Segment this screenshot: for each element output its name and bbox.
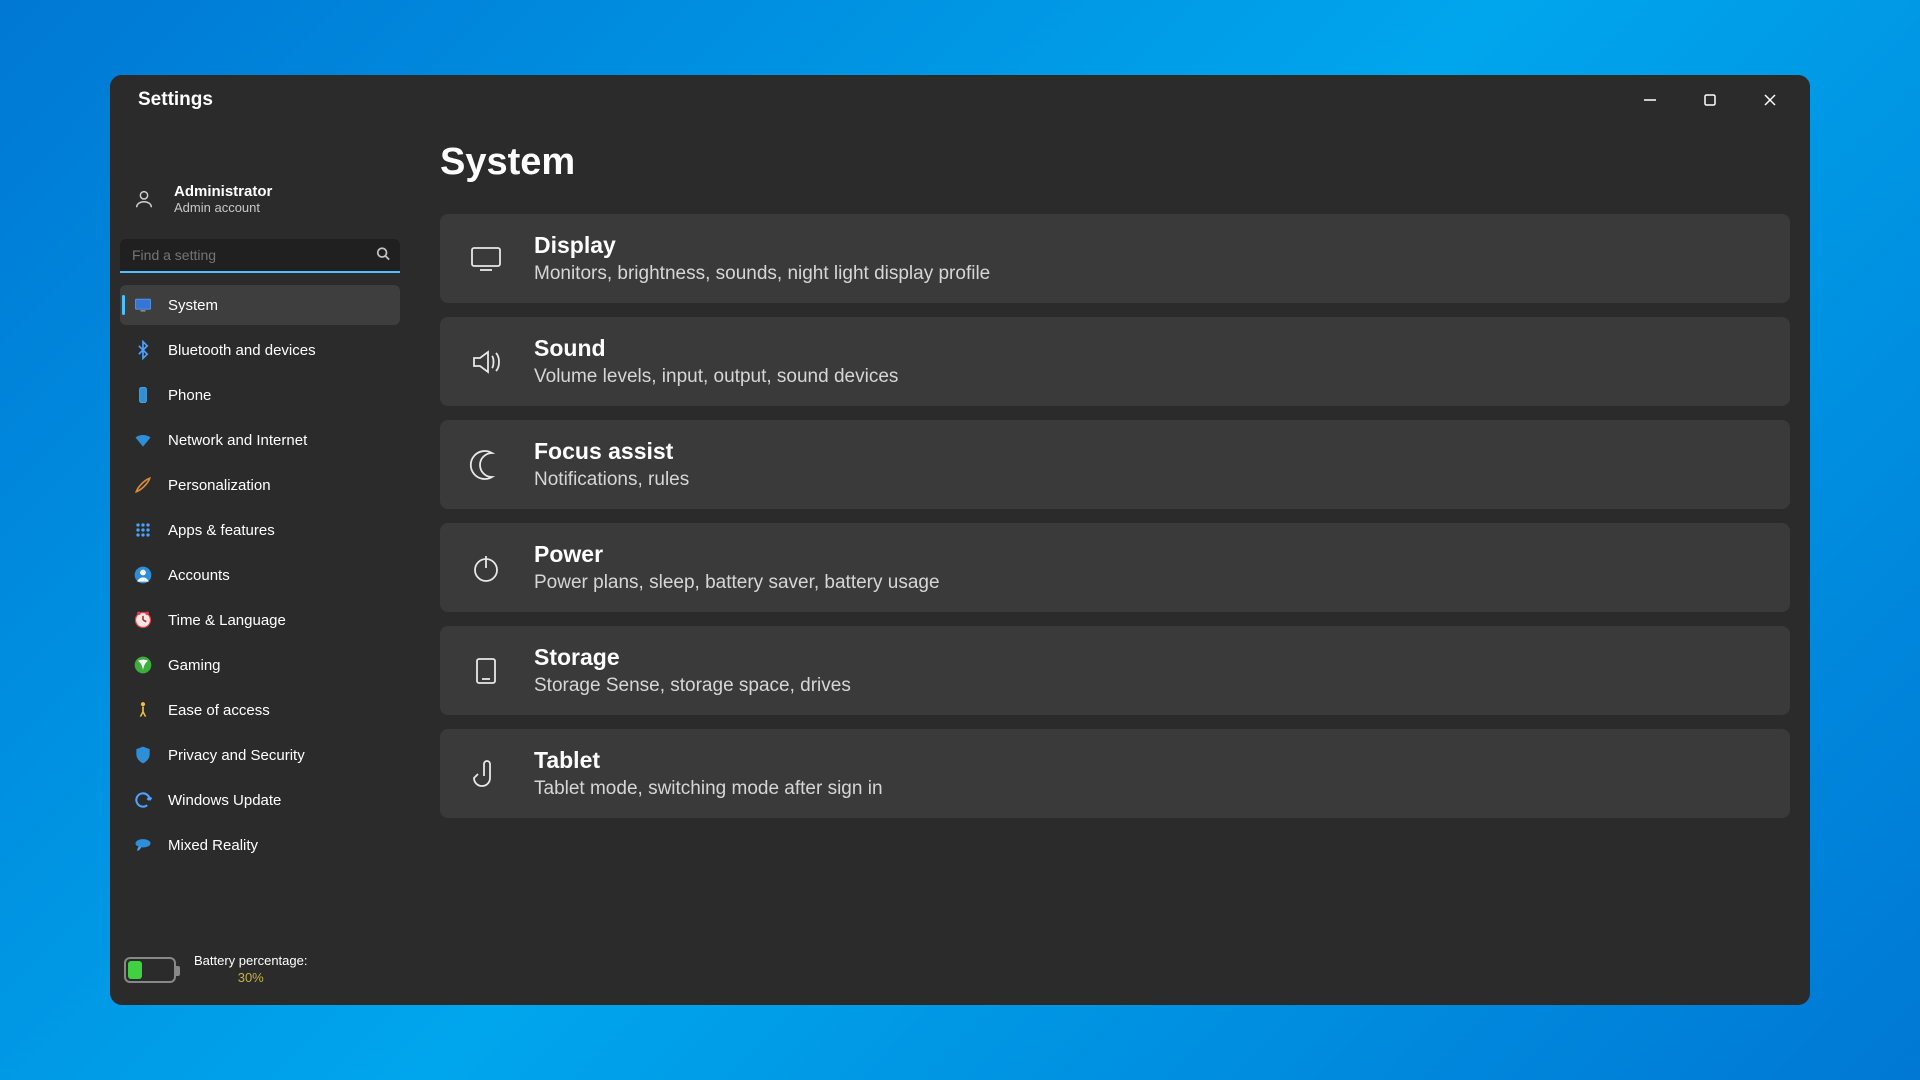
sidebar-item-privacy[interactable]: Privacy and Security [120,735,400,775]
sidebar: Administrator Admin account System Bluet… [110,125,410,1005]
battery-percent: 30% [194,970,307,987]
bluetooth-icon [132,339,154,361]
power-icon [464,546,508,590]
card-sound[interactable]: Sound Volume levels, input, output, soun… [440,317,1790,406]
sidebar-item-label: Personalization [168,477,271,494]
minimize-button[interactable] [1620,80,1680,120]
card-title: Sound [534,335,898,362]
sidebar-item-label: Network and Internet [168,432,307,449]
nav-list: System Bluetooth and devices Phone Netwo… [120,285,400,941]
card-sub: Tablet mode, switching mode after sign i… [534,778,883,800]
search-icon [376,247,390,266]
sidebar-item-label: Gaming [168,657,221,674]
sidebar-item-apps[interactable]: Apps & features [120,510,400,550]
card-body: Power Power plans, sleep, battery saver,… [534,541,940,594]
card-list: Display Monitors, brightness, sounds, ni… [440,214,1790,826]
card-title: Power [534,541,940,568]
card-title: Display [534,232,990,259]
accessibility-icon [132,699,154,721]
search-input[interactable] [120,239,400,273]
sidebar-item-label: Bluetooth and devices [168,342,316,359]
sidebar-item-update[interactable]: Windows Update [120,780,400,820]
display-icon [464,237,508,281]
page-title: System [440,141,1790,184]
sidebar-item-label: Accounts [168,567,230,584]
sidebar-item-ease[interactable]: Ease of access [120,690,400,730]
grid-icon [132,519,154,541]
sidebar-item-label: System [168,297,218,314]
card-title: Tablet [534,747,883,774]
phone-icon [132,384,154,406]
card-sub: Monitors, brightness, sounds, night ligh… [534,263,990,285]
card-body: Tablet Tablet mode, switching mode after… [534,747,883,800]
sidebar-item-mixed-reality[interactable]: Mixed Reality [120,825,400,865]
sidebar-item-label: Mixed Reality [168,837,258,854]
card-title: Storage [534,644,851,671]
storage-icon [464,649,508,693]
brush-icon [132,474,154,496]
sidebar-item-gaming[interactable]: Gaming [120,645,400,685]
card-body: Sound Volume levels, input, output, soun… [534,335,898,388]
maximize-icon [1703,93,1717,107]
shield-icon [132,744,154,766]
sidebar-item-time[interactable]: Time & Language [120,600,400,640]
card-body: Display Monitors, brightness, sounds, ni… [534,232,990,285]
vr-icon [132,834,154,856]
card-body: Storage Storage Sense, storage space, dr… [534,644,851,697]
account-name: Administrator [174,183,272,200]
xbox-icon [132,654,154,676]
card-sub: Notifications, rules [534,469,689,491]
settings-window: Settings Administrator Admin account [110,75,1810,1005]
battery-icon [124,957,176,983]
sidebar-item-accounts[interactable]: Accounts [120,555,400,595]
sidebar-item-personalization[interactable]: Personalization [120,465,400,505]
clock-icon [132,609,154,631]
sidebar-item-bluetooth[interactable]: Bluetooth and devices [120,330,400,370]
battery-text: Battery percentage: 30% [194,953,307,987]
sidebar-item-label: Privacy and Security [168,747,305,764]
main-panel: System Display Monitors, brightness, sou… [410,125,1810,1005]
sidebar-item-network[interactable]: Network and Internet [120,420,400,460]
minimize-icon [1643,93,1657,107]
maximize-button[interactable] [1680,80,1740,120]
sidebar-item-label: Windows Update [168,792,281,809]
account-block[interactable]: Administrator Admin account [120,133,400,239]
account-text: Administrator Admin account [174,183,272,215]
avatar [130,185,158,213]
moon-icon [464,443,508,487]
card-tablet[interactable]: Tablet Tablet mode, switching mode after… [440,729,1790,818]
card-power[interactable]: Power Power plans, sleep, battery saver,… [440,523,1790,612]
card-focus-assist[interactable]: Focus assist Notifications, rules [440,420,1790,509]
sidebar-item-system[interactable]: System [120,285,400,325]
sidebar-item-phone[interactable]: Phone [120,375,400,415]
card-sub: Power plans, sleep, battery saver, batte… [534,572,940,594]
close-icon [1763,93,1777,107]
person-icon [133,188,155,210]
card-sub: Storage Sense, storage space, drives [534,675,851,697]
monitor-icon [132,294,154,316]
card-storage[interactable]: Storage Storage Sense, storage space, dr… [440,626,1790,715]
window-controls [1620,80,1800,120]
wifi-icon [132,429,154,451]
sidebar-item-label: Apps & features [168,522,275,539]
sidebar-item-label: Ease of access [168,702,270,719]
card-body: Focus assist Notifications, rules [534,438,689,491]
account-icon [132,564,154,586]
sidebar-item-label: Phone [168,387,211,404]
card-sub: Volume levels, input, output, sound devi… [534,366,898,388]
battery-label: Battery percentage: [194,953,307,970]
window-title: Settings [138,89,213,111]
touch-icon [464,752,508,796]
card-display[interactable]: Display Monitors, brightness, sounds, ni… [440,214,1790,303]
sidebar-item-label: Time & Language [168,612,286,629]
update-icon [132,789,154,811]
battery-status: Battery percentage: 30% [120,941,400,1005]
titlebar: Settings [110,75,1810,125]
search-container [120,239,400,273]
card-title: Focus assist [534,438,689,465]
window-body: Administrator Admin account System Bluet… [110,125,1810,1005]
sound-icon [464,340,508,384]
account-sub: Admin account [174,200,272,215]
close-button[interactable] [1740,80,1800,120]
